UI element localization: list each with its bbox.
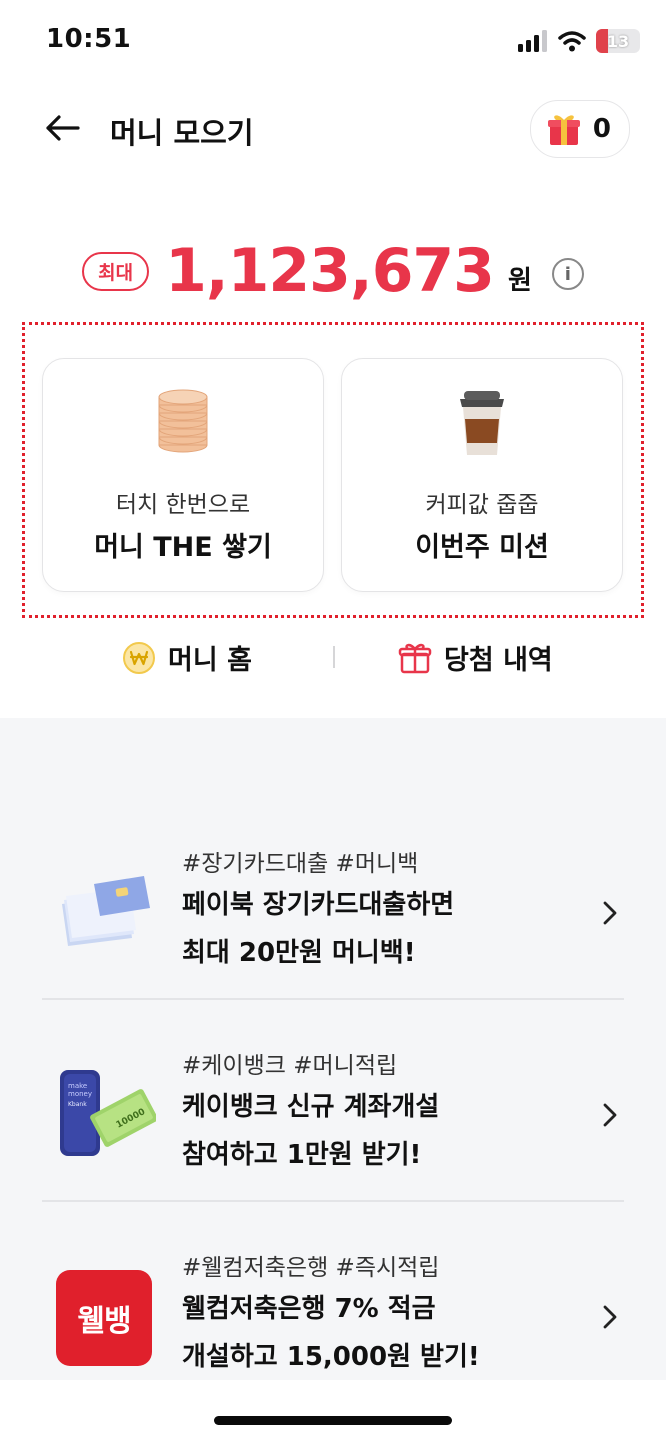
welcome-bank-logo-text: 웰뱅 — [56, 1270, 152, 1366]
win-history-label: 당첨 내역 — [444, 645, 553, 676]
page-title: 머니 모으기 — [110, 116, 254, 150]
back-arrow-icon — [46, 115, 80, 141]
gift-icon — [398, 643, 432, 673]
wifi-icon — [558, 31, 586, 52]
bottom-bar — [0, 1380, 666, 1440]
kbank-phone-cash-illustration: make money Kbank 10000 — [50, 1064, 158, 1168]
battery-icon: 13 — [596, 29, 640, 53]
coffee-cup-icon — [342, 389, 622, 457]
gift-count-button[interactable]: 0 — [529, 100, 630, 158]
promotion-list: #장기카드대출 #머니백 페이북 장기카드대출하면 최대 20만원 머니백! m… — [0, 718, 666, 1380]
card-money-stack[interactable]: 터치 한번으로 머니 THE 쌓기 — [42, 358, 324, 592]
status-time: 10:51 — [46, 24, 132, 54]
gift-count: 0 — [592, 114, 611, 144]
battery-level: 13 — [606, 31, 630, 51]
chevron-right-icon — [603, 1103, 617, 1127]
back-button[interactable] — [40, 108, 84, 148]
card-loan-illustration — [50, 862, 158, 966]
coin-stack-icon — [43, 389, 323, 457]
welcome-bank-logo: 웰뱅 — [50, 1266, 158, 1370]
card-money-stack-title: 머니 THE 쌓기 — [94, 532, 272, 563]
max-amount-row: 최대 1,123,673 원 i — [0, 236, 666, 306]
promo-item-card-loan[interactable]: #장기카드대출 #머니백 페이북 장기카드대출하면 최대 20만원 머니백! — [42, 826, 624, 1006]
link-divider — [333, 646, 335, 668]
home-indicator[interactable] — [214, 1416, 452, 1425]
card-money-stack-sub: 터치 한번으로 — [115, 492, 251, 518]
phone-text-kbank: Kbank — [68, 1101, 87, 1108]
info-icon[interactable]: i — [551, 258, 584, 290]
header: 머니 모으기 0 — [0, 90, 666, 170]
win-history-link[interactable]: 당첨 내역 — [398, 638, 553, 677]
chevron-right-icon — [603, 901, 617, 925]
currency-unit: 원 — [507, 265, 532, 296]
card-weekly-mission-sub: 커피값 줍줍 — [425, 492, 539, 518]
promo-tags: #장기카드대출 #머니백 — [182, 851, 419, 877]
promo-divider — [42, 998, 624, 1000]
phone-text-make: make — [68, 1082, 87, 1090]
money-home-label: 머니 홈 — [168, 645, 252, 676]
chevron-right-icon — [603, 1305, 617, 1329]
status-icons: 13 — [518, 26, 640, 56]
promo-title-line2: 최대 20만원 머니백! — [182, 938, 416, 968]
gift-box-icon — [547, 115, 580, 145]
money-home-link[interactable]: 머니 홈 — [122, 638, 252, 677]
promo-divider — [42, 1200, 624, 1202]
status-bar: 10:51 13 — [0, 0, 666, 84]
promo-tags: #케이뱅크 #머니적립 — [182, 1053, 398, 1079]
promo-tags: #웰컴저축은행 #즉시적립 — [182, 1255, 440, 1281]
card-weekly-mission[interactable]: 커피값 줍줍 이번주 미션 — [341, 358, 623, 592]
promo-title-line2: 개설하고 15,000원 받기! — [182, 1342, 480, 1372]
won-coin-icon — [123, 641, 155, 674]
promo-title-line1: 웰컴저축은행 7% 적금 — [182, 1294, 436, 1324]
max-badge: 최대 — [82, 251, 150, 291]
card-weekly-mission-title: 이번주 미션 — [415, 532, 549, 563]
quick-links: 머니 홈 당첨 내역 — [0, 630, 666, 684]
promo-title-line1: 케이뱅크 신규 계좌개설 — [182, 1092, 440, 1122]
max-amount: 1,123,673 — [165, 236, 495, 306]
signal-icon — [518, 30, 547, 52]
phone-text-money: money — [68, 1090, 92, 1098]
promo-item-kbank[interactable]: make money Kbank 10000 #케이뱅크 #머니적립 케이뱅크 … — [42, 1028, 624, 1208]
promo-title-line2: 참여하고 1만원 받기! — [182, 1140, 422, 1170]
promo-title-line1: 페이북 장기카드대출하면 — [182, 890, 455, 920]
